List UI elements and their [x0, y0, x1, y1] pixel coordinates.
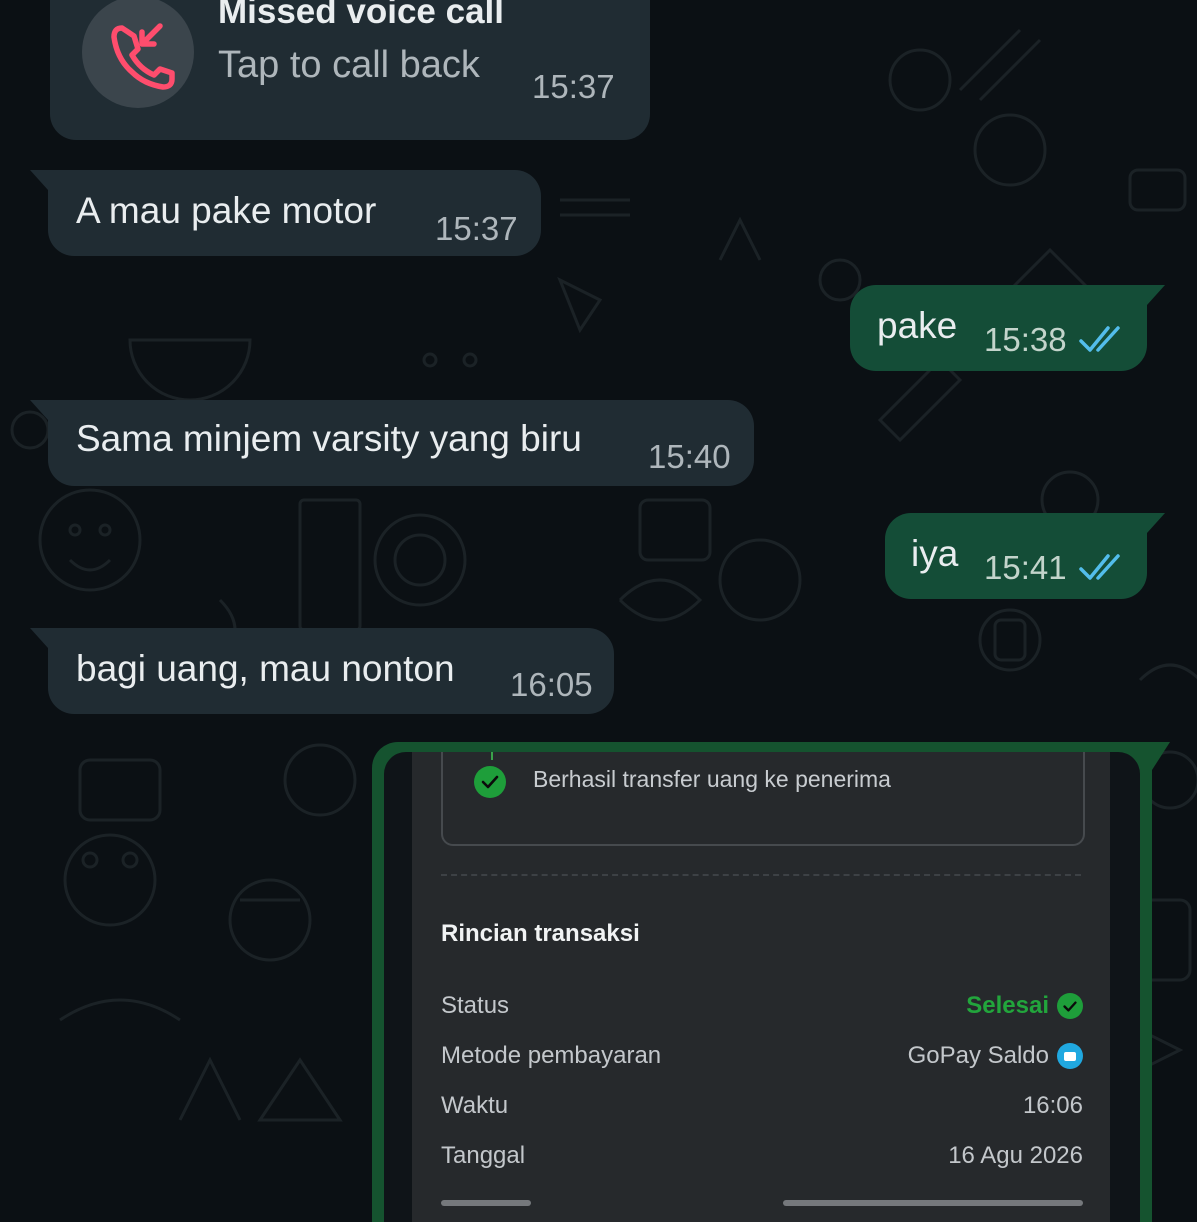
bubble-tail — [30, 628, 48, 648]
missed-call-icon — [111, 23, 175, 90]
detail-value: Selesai — [966, 992, 1049, 1019]
double-check-icon — [1079, 554, 1120, 580]
outgoing-image-message[interactable]: Berhasil transfer uang ke penerima Rinci… — [372, 742, 1170, 1222]
message-text: Sama minjem varsity yang biru — [76, 418, 582, 459]
bubble-tail — [1152, 742, 1170, 770]
detail-row-payment-method: Metode pembayaran GoPay Saldo — [441, 1042, 1083, 1076]
message-time: 15:37 — [435, 210, 518, 247]
section-title: Rincian transaksi — [441, 920, 640, 947]
message-time: 16:05 — [510, 666, 593, 703]
detail-value: GoPay Saldo — [907, 1042, 1049, 1069]
progress-line — [491, 752, 493, 760]
call-back-hint: Tap to call back — [218, 44, 480, 86]
detail-row-date: Tanggal 16 Agu 2026 — [441, 1142, 1083, 1176]
call-icon-circle — [82, 0, 194, 108]
bubble-tail — [1147, 513, 1165, 533]
divider — [441, 874, 1081, 876]
detail-row-time: Waktu 16:06 — [441, 1092, 1083, 1126]
bubble-tail — [1147, 285, 1165, 305]
transfer-status-card: Berhasil transfer uang ke penerima — [441, 752, 1085, 846]
bubble-tail — [30, 170, 48, 190]
bubble-tail — [30, 400, 48, 420]
detail-value: 16 Agu 2026 — [948, 1142, 1083, 1169]
incoming-message[interactable]: A mau pake motor 15:37 — [30, 170, 541, 256]
detail-label: Status — [441, 992, 510, 1019]
detail-label: Tanggal — [441, 1142, 526, 1169]
detail-value: 16:06 — [1022, 1092, 1083, 1119]
message-time: 15:41 — [984, 549, 1067, 586]
message-text: bagi uang, mau nonton — [76, 648, 455, 689]
incoming-message[interactable]: Sama minjem varsity yang biru 15:40 — [30, 400, 754, 486]
detail-row-partial — [441, 1194, 1083, 1222]
gopay-wallet-icon — [1057, 1043, 1083, 1069]
outgoing-message[interactable]: iya 15:41 — [885, 513, 1165, 599]
message-text: A mau pake motor — [76, 190, 377, 231]
check-circle-icon — [474, 766, 506, 798]
outgoing-message[interactable]: pake 15:38 — [850, 285, 1165, 371]
missed-call-bubble[interactable]: Missed voice call Tap to call back 15:37 — [50, 0, 650, 140]
detail-label: Waktu — [441, 1092, 509, 1119]
check-circle-icon — [1057, 993, 1083, 1019]
transaction-sheet: Berhasil transfer uang ke penerima Rinci… — [412, 752, 1110, 1222]
missed-call-title: Missed voice call — [218, 0, 504, 31]
transfer-screenshot[interactable]: Berhasil transfer uang ke penerima Rinci… — [384, 752, 1140, 1222]
message-text: pake — [877, 305, 958, 346]
transfer-success-text: Berhasil transfer uang ke penerima — [533, 766, 891, 792]
message-time: 15:40 — [648, 438, 731, 475]
message-time: 15:38 — [984, 321, 1067, 358]
detail-label: Metode pembayaran — [441, 1042, 662, 1069]
detail-row-status: Status Selesai — [441, 992, 1083, 1026]
message-text: iya — [911, 533, 959, 574]
message-time: 15:37 — [532, 68, 615, 105]
incoming-message[interactable]: bagi uang, mau nonton 16:05 — [30, 628, 614, 714]
double-check-icon — [1079, 326, 1120, 352]
